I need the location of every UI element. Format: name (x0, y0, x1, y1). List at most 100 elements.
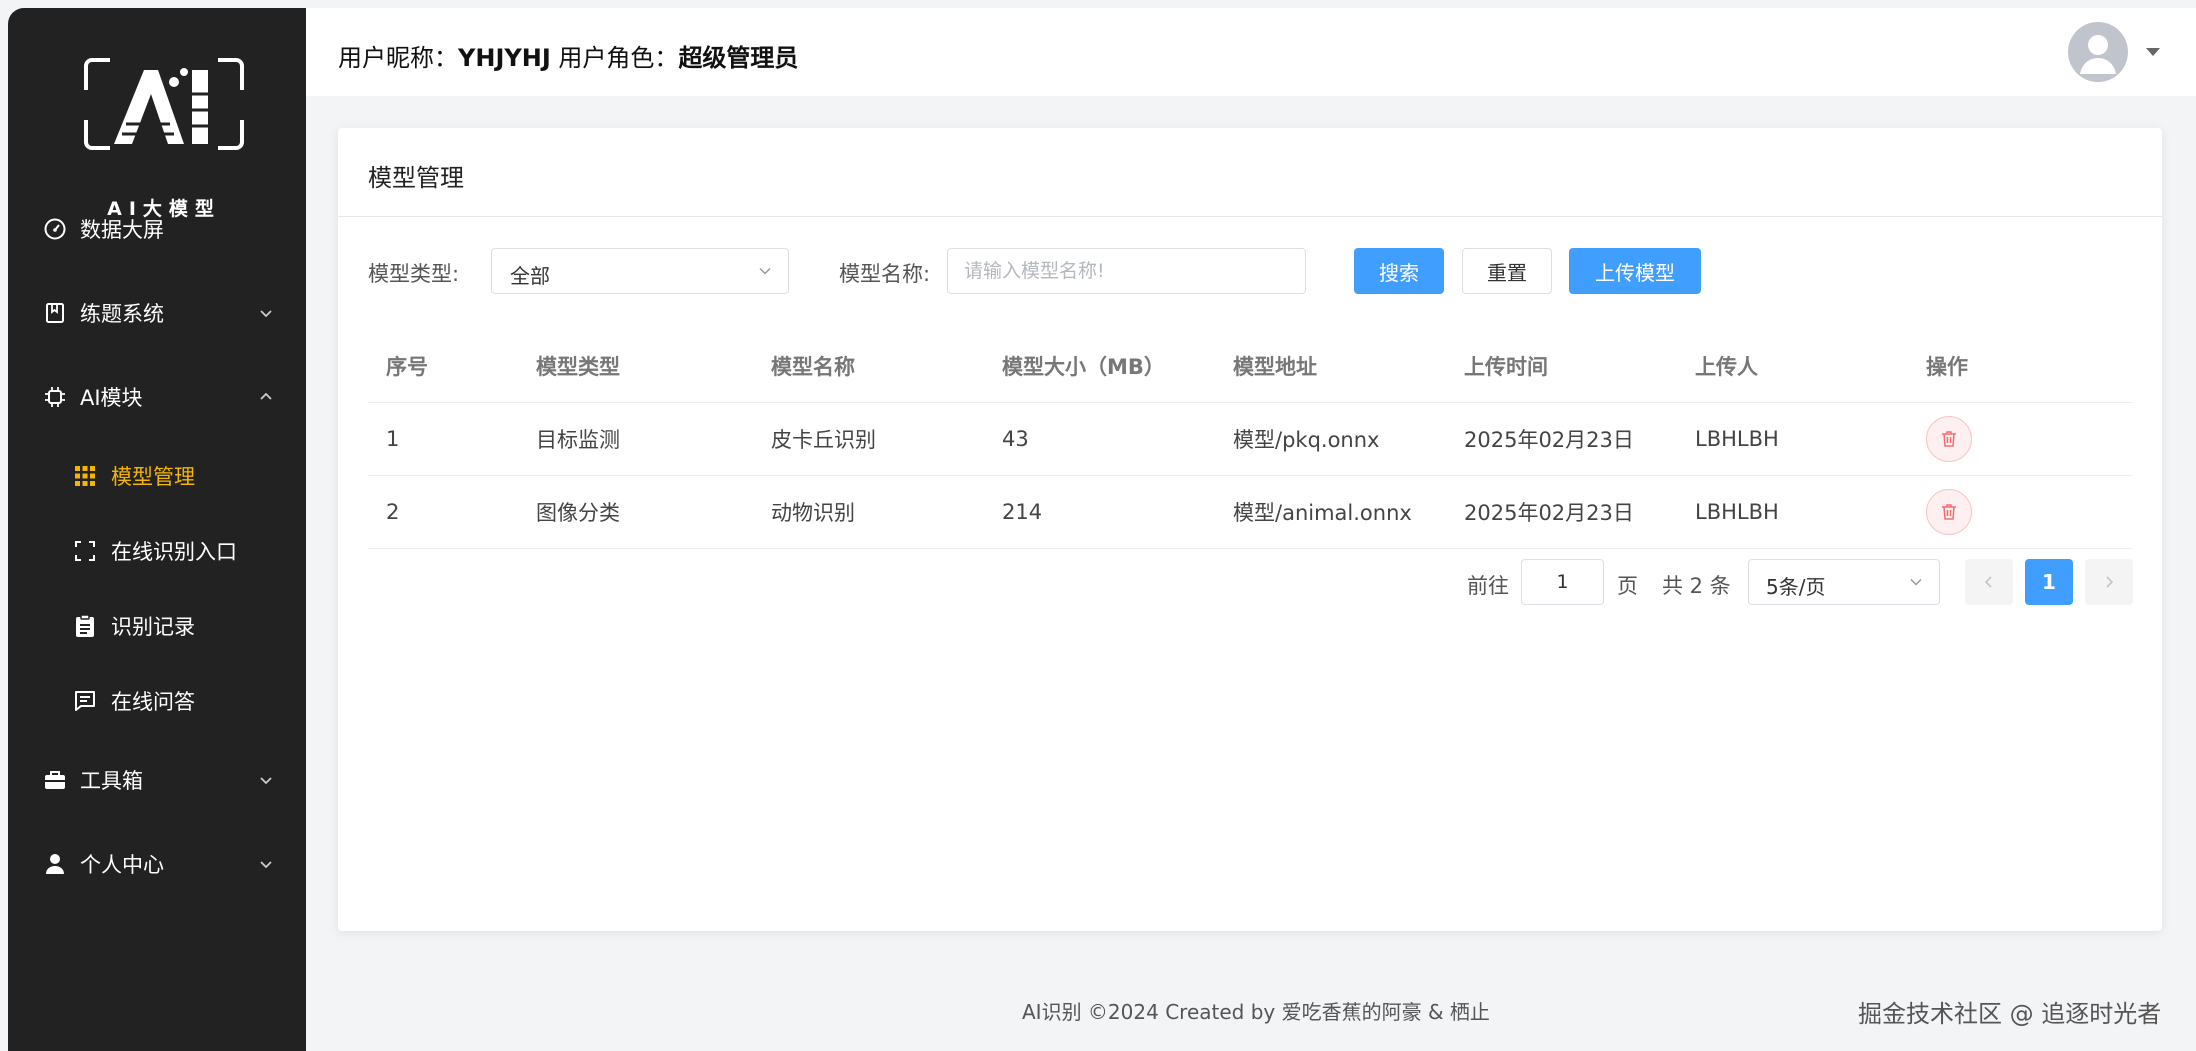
model-type-value: 全部 (510, 264, 550, 288)
sidebar-item-label: 数据大屏 (80, 218, 164, 242)
avatar[interactable] (2068, 22, 2128, 82)
nickname-value: YHJYHJ (458, 44, 551, 72)
sidebar: AI大模型 数据大屏 练题系统 AI模块 模型管理 在线识别入口 识别记录 在线… (8, 8, 306, 1051)
table-row: 2 图像分类 动物识别 214 模型/animal.onnx 2025年02月2… (368, 476, 2133, 549)
total-count: 共 2 条 (1662, 574, 1731, 598)
logo: AI大模型 (74, 54, 254, 220)
scan-icon (72, 538, 98, 564)
sidebar-item-label: 练题系统 (80, 302, 164, 326)
cell-index: 2 (386, 500, 400, 524)
watermark: 掘金技术社区 @ 追逐时光者 (1858, 1000, 2162, 1028)
cell-model-type: 目标监测 (536, 428, 620, 452)
model-table: 序号 模型类型 模型名称 模型大小（MB） 模型地址 上传时间 上传人 操作 1… (368, 330, 2133, 549)
cell-actions (1926, 476, 1972, 548)
next-page-button[interactable] (2085, 559, 2133, 605)
sidebar-item-personal-center[interactable]: 个人中心 (8, 834, 306, 894)
table-row: 1 目标监测 皮卡丘识别 43 模型/pkq.onnx 2025年02月23日 … (368, 403, 2133, 476)
user-icon (42, 851, 68, 877)
chevron-down-icon (1910, 578, 1922, 586)
cell-model-size: 43 (1002, 427, 1029, 451)
cell-model-type: 图像分类 (536, 501, 620, 525)
footer-copyright: AI识别 ©2024 Created by 爱吃香蕉的阿豪 & 栖止 (1022, 1000, 1490, 1024)
page-size-value: 5条/页 (1766, 575, 1826, 599)
book-icon (42, 300, 68, 326)
column-header: 序号 (386, 355, 428, 379)
cell-model-name: 动物识别 (771, 501, 855, 525)
delete-button[interactable] (1926, 489, 1972, 535)
cell-model-name: 皮卡丘识别 (771, 428, 876, 452)
chevron-down-icon (260, 861, 272, 869)
nickname-label: 用户昵称： (338, 44, 458, 72)
goto-page-input[interactable] (1521, 559, 1604, 605)
page-label: 页 (1617, 574, 1638, 598)
clipboard-icon (72, 613, 98, 639)
cell-model-path: 模型/pkq.onnx (1233, 428, 1380, 452)
cell-uploader: LBHLBH (1695, 500, 1779, 524)
reset-button[interactable]: 重置 (1462, 248, 1552, 294)
grid-icon (72, 463, 98, 489)
header: 用户昵称：YHJYHJ 用户角色：超级管理员 (306, 8, 2196, 96)
sidebar-subitem-label: 在线识别入口 (111, 540, 237, 564)
sidebar-item-label: 个人中心 (80, 853, 164, 877)
trash-icon (1942, 431, 1956, 447)
page-title: 模型管理 (368, 164, 464, 192)
sidebar-item-label: AI模块 (80, 386, 143, 410)
ai-logo-icon (84, 58, 244, 150)
table-header: 序号 模型类型 模型名称 模型大小（MB） 模型地址 上传时间 上传人 操作 (368, 330, 2133, 403)
cell-actions (1926, 403, 1972, 475)
sidebar-item-ai-module[interactable]: AI模块 (8, 367, 306, 427)
avatar-user-icon (2080, 35, 2116, 74)
column-header: 模型地址 (1233, 355, 1317, 379)
sidebar-subitem-label: 识别记录 (111, 615, 195, 639)
column-header: 上传时间 (1464, 355, 1548, 379)
sidebar-subitem-model-management[interactable]: 模型管理 (8, 448, 306, 504)
dashboard-icon (42, 216, 68, 242)
sidebar-item-dashboard[interactable]: 数据大屏 (8, 199, 306, 259)
role-value: 超级管理员 (678, 44, 799, 72)
caret-down-icon[interactable] (2146, 48, 2160, 56)
goto-label: 前往 (1467, 574, 1509, 598)
search-button[interactable]: 搜索 (1354, 248, 1444, 294)
column-header: 上传人 (1695, 355, 1758, 379)
role-label: 用户角色： (550, 44, 679, 72)
sidebar-item-label: 工具箱 (80, 769, 143, 793)
cell-upload-time: 2025年02月23日 (1464, 501, 1634, 525)
prev-page-button[interactable] (1965, 559, 2013, 605)
chevron-down-icon (260, 310, 272, 318)
chevron-up-icon (260, 392, 272, 400)
cell-index: 1 (386, 427, 400, 451)
chevron-right-icon (2106, 576, 2114, 588)
chip-icon (42, 384, 68, 410)
model-name-input[interactable] (947, 248, 1306, 294)
delete-button[interactable] (1926, 416, 1972, 462)
column-header: 模型名称 (771, 355, 855, 379)
divider (338, 216, 2162, 217)
model-name-label: 模型名称: (839, 262, 931, 286)
toolbox-icon (42, 767, 68, 793)
cell-upload-time: 2025年02月23日 (1464, 428, 1634, 452)
model-management-card: 模型管理 模型类型: 全部 模型名称: 搜索 重置 上传模型 序号 模型类型 模… (338, 128, 2162, 931)
sidebar-item-toolbox[interactable]: 工具箱 (8, 750, 306, 810)
sidebar-subitem-online-recognition[interactable]: 在线识别入口 (8, 523, 306, 579)
sidebar-subitem-label: 模型管理 (111, 465, 195, 489)
column-header: 模型大小（MB） (1002, 355, 1165, 379)
sidebar-item-practice[interactable]: 练题系统 (8, 283, 306, 343)
column-header: 操作 (1926, 355, 1968, 379)
chevron-down-icon (260, 777, 272, 785)
cell-model-size: 214 (1002, 500, 1043, 524)
page-number-button[interactable]: 1 (2025, 559, 2073, 605)
chat-icon (72, 688, 98, 714)
model-type-select[interactable]: 全部 (491, 248, 789, 294)
sidebar-subitem-recognition-records[interactable]: 识别记录 (8, 598, 306, 654)
cell-uploader: LBHLBH (1695, 427, 1779, 451)
column-header: 模型类型 (536, 355, 620, 379)
sidebar-subitem-label: 在线问答 (111, 690, 195, 714)
page-size-select[interactable]: 5条/页 (1748, 559, 1940, 605)
user-info: 用户昵称：YHJYHJ 用户角色：超级管理员 (338, 38, 798, 73)
upload-model-button[interactable]: 上传模型 (1569, 248, 1701, 294)
sidebar-subitem-online-qa[interactable]: 在线问答 (8, 673, 306, 729)
chevron-left-icon (1984, 576, 1992, 588)
chevron-down-icon (759, 267, 771, 275)
model-type-label: 模型类型: (368, 262, 460, 286)
trash-icon (1942, 504, 1956, 520)
